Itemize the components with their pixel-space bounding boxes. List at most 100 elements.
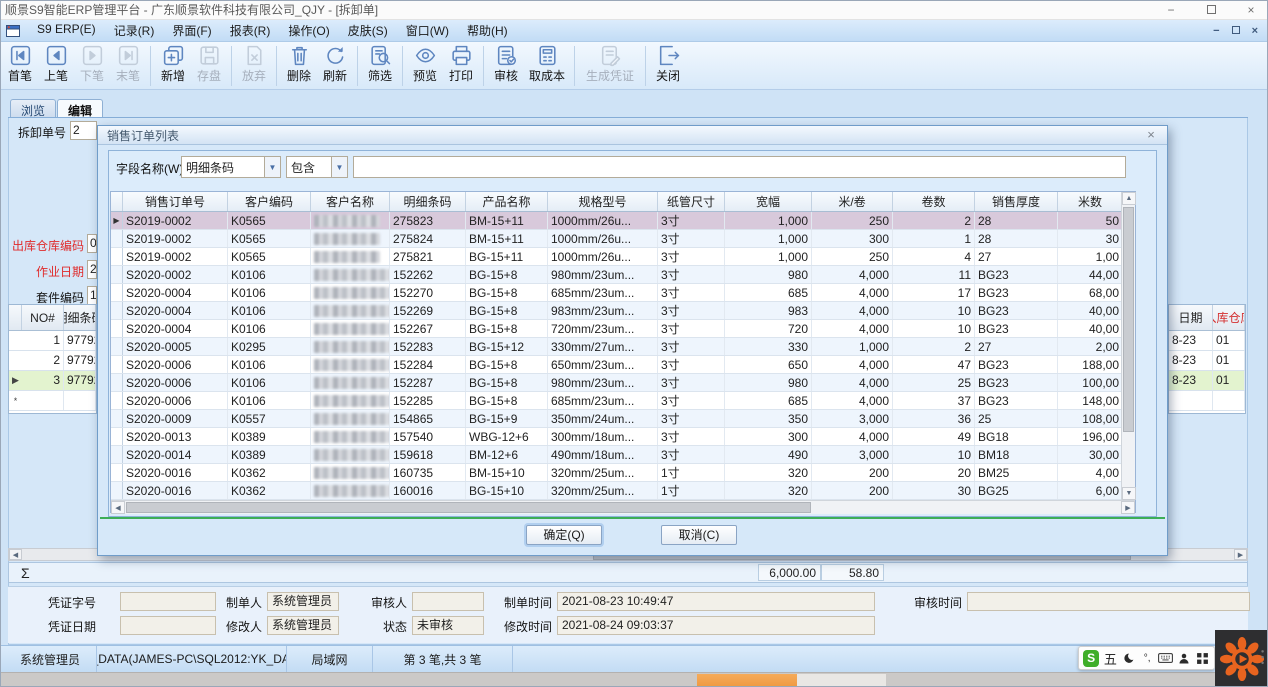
scroll-down-icon[interactable]: ▼ [1122,487,1136,500]
sales-order-row[interactable]: S2020-0004K0106152270BG-15+8685mm/23um..… [111,284,1135,302]
column-header[interactable]: 销售厚度 [975,192,1058,211]
taskbar-active-app[interactable] [697,674,797,687]
menu-item[interactable]: 记录(R) [105,20,164,41]
grid-header-row[interactable]: 销售订单号客户编码客户名称明细条码产品名称规格型号纸管尺寸宽幅米/卷卷数销售厚度… [111,192,1135,212]
dialog-close-icon[interactable]: × [1143,127,1159,143]
column-header-warehouse[interactable]: 入库仓库 [1213,305,1245,330]
toolbar-filter-button[interactable]: 筛选 [363,43,397,88]
menu-item[interactable]: 窗口(W) [397,20,458,41]
column-header[interactable]: 客户名称 [311,192,390,211]
sales-order-row[interactable]: S2020-0013K0389157540WBG-12+6300mm/18um.… [111,428,1135,446]
mdi-close-icon[interactable]: × [1252,25,1258,37]
hscroll-thumb[interactable] [126,502,811,513]
punctuation-icon[interactable]: °, [1140,650,1154,667]
field-name-select[interactable]: 明细条码 ▼ [181,156,281,178]
toolbar-discard-button[interactable]: 放弃 [237,43,271,88]
cancel-button[interactable]: 取消(C) [661,525,737,545]
column-header[interactable]: 规格型号 [548,192,658,211]
column-header[interactable]: 销售订单号 [123,192,228,211]
toolbar-last-record-button[interactable]: 末笔 [111,43,145,88]
table-row[interactable]: 297792 [9,351,96,371]
window-minimize-icon[interactable]: − [1162,3,1180,17]
sales-order-row[interactable]: S2020-0006K0106152284BG-15+8650mm/23um..… [111,356,1135,374]
field-input[interactable]: 1 [87,286,97,305]
scroll-up-icon[interactable]: ▲ [1122,192,1136,205]
table-row[interactable]: ▶397792 [9,371,96,391]
sales-order-row[interactable]: S2020-0016K0362160735BM-15+10320mm/25um.… [111,464,1135,482]
search-input[interactable] [353,156,1126,178]
menu-item[interactable]: 皮肤(S) [339,20,397,41]
menu-item[interactable]: 帮助(H) [458,20,517,41]
column-header[interactable]: 客户编码 [228,192,311,211]
sales-order-row[interactable]: S2019-0002K0565275824BM-15+111000mm/26u.… [111,230,1135,248]
field-input[interactable]: 0 [87,234,97,253]
sales-order-row[interactable]: S2020-0016K0362160016BG-15+10320mm/25um.… [111,482,1135,500]
toolbar-preview-button[interactable]: 预览 [408,43,442,88]
column-header[interactable]: 明细条码 [390,192,466,211]
toolbar-save-button[interactable]: 存盘 [192,43,226,88]
mdi-restore-icon[interactable] [1232,25,1240,37]
scroll-right-icon[interactable]: ▶ [1234,549,1247,560]
column-header[interactable]: 纸管尺寸 [658,192,725,211]
sales-order-row[interactable]: S2020-0005K0295152283BG-15+12330mm/27um.… [111,338,1135,356]
table-row[interactable]: 8-2301 [1169,371,1245,391]
scroll-left-icon[interactable]: ◀ [111,501,125,514]
table-row[interactable]: 8-2301 [1169,331,1245,351]
toolbar-voucher-button[interactable]: 生成凭证 [580,43,640,88]
table-row[interactable]: 8-2301 [1169,351,1245,371]
sales-order-row[interactable]: ▶S2019-0002K0565275823BM-15+111000mm/26u… [111,212,1135,230]
table-row[interactable]: * [9,391,96,411]
sales-order-row[interactable]: S2020-0006K0106152287BG-15+8980mm/23um..… [111,374,1135,392]
sales-order-row[interactable]: S2020-0009K0557154865BG-15+9350mm/24um..… [111,410,1135,428]
field-input[interactable]: 2 [70,121,97,140]
toolbar-print-button[interactable]: 打印 [444,43,478,88]
moon-icon[interactable] [1122,650,1136,667]
sales-order-row[interactable]: S2020-0004K0106152269BG-15+8983mm/23um..… [111,302,1135,320]
grid-hscrollbar[interactable]: ◀ ▶ [111,500,1135,514]
column-header-detail[interactable]: 明细条码 [64,305,96,330]
os-taskbar[interactable] [0,672,1268,687]
operator-select[interactable]: 包含 ▼ [286,156,348,178]
sogou-logo-icon[interactable]: S [1083,650,1099,667]
sales-order-row[interactable]: S2020-0006K0106152285BG-15+8685mm/23um..… [111,392,1135,410]
grid-vscrollbar[interactable]: ▲ ▼ [1121,192,1135,500]
taskbar-app[interactable] [797,674,886,687]
toolbar-close-form-button[interactable]: 关闭 [651,43,685,88]
column-header[interactable]: 宽幅 [725,192,812,211]
column-header[interactable]: 米数 [1058,192,1123,211]
scroll-left-icon[interactable]: ◀ [9,549,22,560]
ok-button[interactable]: 确定(Q) [526,525,602,545]
sales-order-row[interactable]: S2020-0014K0389159618BM-12+6490mm/18um..… [111,446,1135,464]
field-input[interactable]: 2 [87,260,97,279]
mdi-minimize-icon[interactable]: − [1213,25,1219,37]
menu-item[interactable]: 界面(F) [163,20,220,41]
keyboard-icon[interactable] [1158,650,1173,667]
chevron-down-icon[interactable]: ▼ [331,157,347,177]
floating-recorder-app-icon[interactable] [1215,630,1268,687]
scroll-right-icon[interactable]: ▶ [1121,501,1135,514]
table-row[interactable]: 197792 [9,331,96,351]
toolbox-grid-icon[interactable] [1196,650,1210,667]
column-header[interactable]: 产品名称 [466,192,548,211]
chevron-down-icon[interactable]: ▼ [264,157,280,177]
toolbar-new-record-button[interactable]: 新增 [156,43,190,88]
column-header[interactable]: 卷数 [893,192,975,211]
menu-item[interactable]: 操作(O) [279,20,338,41]
window-close-icon[interactable]: × [1242,3,1260,17]
toolbar-refresh-button[interactable]: 刷新 [318,43,352,88]
column-header[interactable]: 米/卷 [812,192,893,211]
menu-item[interactable]: 报表(R) [221,20,280,41]
person-icon[interactable] [1177,650,1191,667]
table-row[interactable] [1169,391,1245,411]
sales-order-row[interactable]: S2020-0004K0106152267BG-15+8720mm/23um..… [111,320,1135,338]
column-header-date[interactable]: 日期 [1169,305,1213,330]
column-header-no[interactable]: NO# [22,305,64,330]
toolbar-cost-button[interactable]: 取成本 [525,43,569,88]
dialog-titlebar[interactable]: 销售订单列表 × [98,126,1167,145]
chinese-mode-icon[interactable]: 五 [1103,650,1117,667]
toolbar-audit-button[interactable]: 审核 [489,43,523,88]
vscroll-thumb[interactable] [1123,207,1134,432]
sales-order-row[interactable]: S2020-0002K0106152262BG-15+8980mm/23um..… [111,266,1135,284]
sales-order-row[interactable]: S2019-0002K0565275821BG-15+111000mm/26u.… [111,248,1135,266]
toolbar-delete-button[interactable]: 删除 [282,43,316,88]
